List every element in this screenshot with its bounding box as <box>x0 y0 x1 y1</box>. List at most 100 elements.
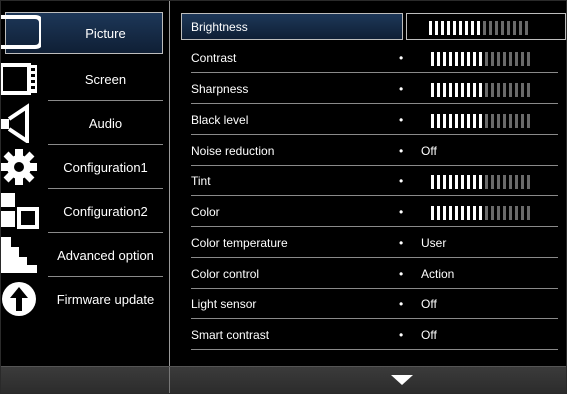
level-segment <box>521 175 524 189</box>
setting-row-brightness[interactable]: Brightness <box>181 10 566 40</box>
bullet: • <box>399 267 404 281</box>
level-segment <box>435 21 438 35</box>
level-segment <box>509 83 512 97</box>
level-segment <box>429 21 432 35</box>
level-segment <box>465 21 468 35</box>
footer-divider <box>169 367 170 393</box>
level-segment <box>497 175 500 189</box>
bullet: • <box>399 82 404 96</box>
level-segment <box>473 52 476 66</box>
level-segment <box>507 21 510 35</box>
setting-row-color-control[interactable]: Color control • Action <box>181 259 558 289</box>
level-segment <box>495 21 498 35</box>
menu-item-advanced-option[interactable]: Advanced option <box>1 233 169 277</box>
level-segment <box>497 83 500 97</box>
level-segment <box>443 175 446 189</box>
level-segment <box>473 83 476 97</box>
setting-row-smart-contrast[interactable]: Smart contrast • Off <box>181 320 558 350</box>
level-bar[interactable] <box>431 83 530 97</box>
setting-row-light-sensor[interactable]: Light sensor • Off <box>181 289 558 319</box>
level-segment <box>461 206 464 220</box>
level-segment <box>467 175 470 189</box>
menu-item-firmware-update[interactable]: Firmware update <box>1 277 169 321</box>
level-segment <box>449 83 452 97</box>
level-segment <box>443 83 446 97</box>
setting-row-tint[interactable]: Tint • <box>181 166 558 196</box>
level-segment <box>449 114 452 128</box>
level-segment <box>467 52 470 66</box>
bullet: • <box>399 297 404 311</box>
level-segment <box>485 114 488 128</box>
menu-item-picture[interactable]: Picture <box>1 1 169 54</box>
menu-item-label: Screen <box>84 71 127 87</box>
configuration-gear-icon <box>1 149 37 185</box>
level-segment <box>515 83 518 97</box>
level-segment <box>489 21 492 35</box>
level-bar[interactable] <box>431 206 530 220</box>
setting-row-color-temperature[interactable]: Color temperature • User <box>181 228 558 258</box>
divider <box>191 257 558 258</box>
setting-value[interactable]: Off <box>421 320 437 350</box>
setting-value[interactable]: User <box>421 228 446 258</box>
level-segment <box>497 206 500 220</box>
level-bar[interactable] <box>431 52 530 66</box>
setting-row-contrast[interactable]: Contrast • <box>181 43 558 73</box>
osd-menu: Picture Screen Audio Configuration1 Conf… <box>0 0 567 394</box>
level-segment <box>527 52 530 66</box>
level-segment <box>527 114 530 128</box>
setting-value[interactable]: Off <box>421 136 437 166</box>
menu-item-audio[interactable]: Audio <box>1 101 169 145</box>
level-segment <box>527 83 530 97</box>
setting-label: Color temperature <box>191 236 288 250</box>
level-segment <box>503 83 506 97</box>
level-segment <box>515 52 518 66</box>
level-bar[interactable] <box>429 21 528 35</box>
level-segment <box>497 52 500 66</box>
setting-row-black-level[interactable]: Black level • <box>181 105 558 135</box>
menu-item-configuration1[interactable]: Configuration1 <box>1 145 169 189</box>
level-segment <box>519 21 522 35</box>
level-segment <box>491 83 494 97</box>
setting-value[interactable]: Off <box>421 289 437 319</box>
level-segment <box>453 21 456 35</box>
level-segment <box>527 175 530 189</box>
level-segment <box>501 21 504 35</box>
level-segment <box>503 175 506 189</box>
level-segment <box>441 21 444 35</box>
left-menu: Picture Screen Audio Configuration1 Conf… <box>1 1 170 369</box>
level-segment <box>479 52 482 66</box>
divider <box>191 349 558 350</box>
setting-label: Color <box>191 205 220 219</box>
triangle-down-icon[interactable] <box>391 375 413 385</box>
level-segment <box>485 175 488 189</box>
menu-item-screen[interactable]: Screen <box>1 57 169 101</box>
setting-row-sharpness[interactable]: Sharpness • <box>181 74 558 104</box>
level-segment <box>467 114 470 128</box>
level-segment <box>515 175 518 189</box>
bullet: • <box>399 205 404 219</box>
level-bar[interactable] <box>431 114 530 128</box>
menu-item-configuration2[interactable]: Configuration2 <box>1 189 169 233</box>
level-segment <box>443 206 446 220</box>
level-segment <box>431 114 434 128</box>
setting-row-color[interactable]: Color • <box>181 197 558 227</box>
level-segment <box>503 206 506 220</box>
setting-row-noise-reduction[interactable]: Noise reduction • Off <box>181 136 558 166</box>
level-segment <box>503 52 506 66</box>
level-segment <box>473 114 476 128</box>
level-segment <box>509 206 512 220</box>
level-segment <box>431 52 434 66</box>
divider <box>191 72 558 73</box>
menu-item-label: Firmware update <box>56 291 155 307</box>
level-segment <box>473 206 476 220</box>
level-segment <box>455 52 458 66</box>
level-bar[interactable] <box>431 175 530 189</box>
level-segment <box>461 175 464 189</box>
setting-label: Color control <box>191 267 260 281</box>
level-segment <box>443 114 446 128</box>
divider <box>191 195 558 196</box>
setting-value[interactable]: Action <box>421 259 454 289</box>
bullet: • <box>399 236 404 250</box>
bullet: • <box>399 174 404 188</box>
level-segment <box>455 114 458 128</box>
